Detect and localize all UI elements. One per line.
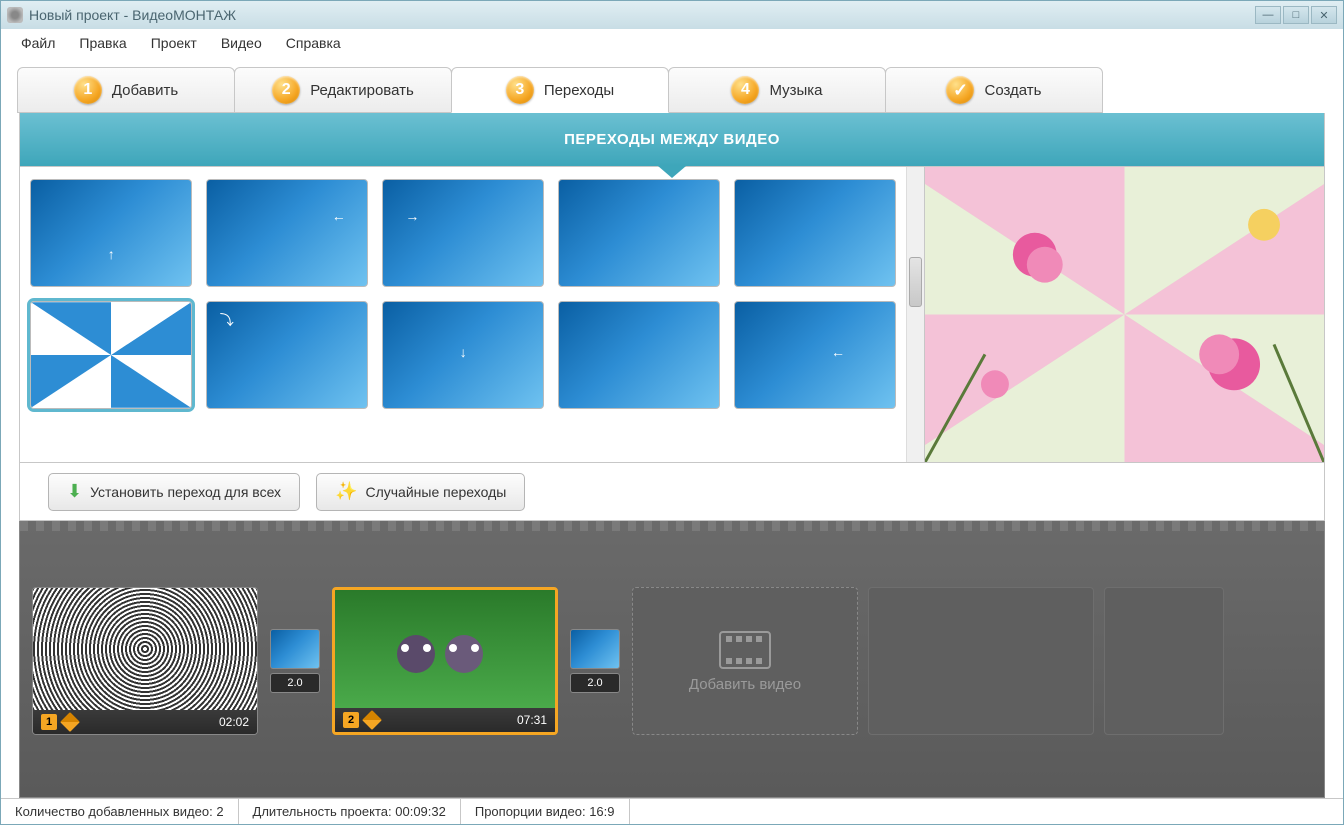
clip-thumbnail bbox=[335, 590, 555, 708]
tab-label: Переходы bbox=[544, 82, 614, 99]
maximize-button[interactable]: □ bbox=[1283, 6, 1309, 24]
clip-footer: 2 07:31 bbox=[335, 708, 555, 732]
empty-slot bbox=[1104, 587, 1224, 735]
statusbar: Количество добавленных видео: 2 Длительн… bbox=[1, 798, 1343, 824]
step-number-icon: 3 bbox=[506, 76, 534, 104]
button-label: Случайные переходы bbox=[365, 484, 506, 500]
step-tabs: 1 Добавить 2 Редактировать 3 Переходы 4 … bbox=[1, 57, 1343, 113]
titlebar: Новый проект - ВидеоМОНТАЖ — □ ✕ bbox=[1, 1, 1343, 29]
transition-thumb[interactable]: → bbox=[382, 179, 544, 287]
step-number-icon: 2 bbox=[272, 76, 300, 104]
transition-thumb-selected[interactable] bbox=[30, 301, 192, 409]
step-number-icon: 1 bbox=[74, 76, 102, 104]
menu-file[interactable]: Файл bbox=[11, 31, 65, 55]
tab-label: Музыка bbox=[769, 82, 822, 99]
transition-thumb[interactable] bbox=[734, 179, 896, 287]
menu-project[interactable]: Проект bbox=[141, 31, 207, 55]
main-window: Новый проект - ВидеоМОНТАЖ — □ ✕ Файл Пр… bbox=[0, 0, 1344, 825]
transition-thumb[interactable]: ← bbox=[734, 301, 896, 409]
tab-label: Добавить bbox=[112, 82, 178, 99]
section-header: ПЕРЕХОДЫ МЕЖДУ ВИДЕО bbox=[19, 113, 1325, 167]
status-aspect-ratio: Пропорции видео: 16:9 bbox=[461, 799, 630, 824]
status-clip-count: Количество добавленных видео: 2 bbox=[1, 799, 239, 824]
transition-thumb[interactable]: ↑ bbox=[30, 179, 192, 287]
timeline-clip[interactable]: 1 02:02 bbox=[32, 587, 258, 735]
status-project-length: Длительность проекта: 00:09:32 bbox=[239, 799, 461, 824]
transitions-grid: ↑ ← → ⤵ ↓ ← bbox=[20, 167, 924, 462]
tab-label: Редактировать bbox=[310, 82, 414, 99]
transition-duration: 2.0 bbox=[270, 673, 320, 693]
tab-edit[interactable]: 2 Редактировать bbox=[234, 67, 452, 113]
transition-thumb[interactable] bbox=[558, 179, 720, 287]
menubar: Файл Правка Проект Видео Справка bbox=[1, 29, 1343, 57]
transition-chip-thumb bbox=[270, 629, 320, 669]
scrollbar-thumb[interactable] bbox=[909, 257, 922, 307]
transition-duration: 2.0 bbox=[570, 673, 620, 693]
tab-music[interactable]: 4 Музыка bbox=[668, 67, 886, 113]
tab-transitions[interactable]: 3 Переходы bbox=[451, 67, 669, 113]
button-label: Установить переход для всех bbox=[90, 484, 281, 500]
menu-help[interactable]: Справка bbox=[276, 31, 351, 55]
minimize-button[interactable]: — bbox=[1255, 6, 1281, 24]
set-all-button[interactable]: ⬇ Установить переход для всех bbox=[48, 473, 300, 511]
film-icon bbox=[718, 630, 772, 670]
transition-thumb[interactable]: ⤵ bbox=[206, 301, 368, 409]
section-title: ПЕРЕХОДЫ МЕЖДУ ВИДЕО bbox=[564, 131, 780, 148]
check-icon: ✓ bbox=[946, 76, 974, 104]
transition-chip[interactable]: 2.0 bbox=[568, 629, 622, 693]
timeline-clip-selected[interactable]: 2 07:31 bbox=[332, 587, 558, 735]
transition-chip-thumb bbox=[570, 629, 620, 669]
window-title: Новый проект - ВидеоМОНТАЖ bbox=[29, 7, 236, 23]
arrow-down-icon: ⬇ bbox=[67, 481, 82, 502]
menu-edit[interactable]: Правка bbox=[69, 31, 136, 55]
transition-thumb[interactable]: ↓ bbox=[382, 301, 544, 409]
app-icon bbox=[7, 7, 23, 23]
tab-create[interactable]: ✓ Создать bbox=[885, 67, 1103, 113]
clip-duration: 07:31 bbox=[517, 713, 547, 727]
clip-number: 1 bbox=[41, 714, 57, 730]
preview-pane bbox=[924, 167, 1324, 462]
add-video-button[interactable]: Добавить видео bbox=[632, 587, 858, 735]
action-buttons-row: ⬇ Установить переход для всех ✨ Случайны… bbox=[19, 463, 1325, 521]
menu-video[interactable]: Видео bbox=[211, 31, 272, 55]
tab-add[interactable]: 1 Добавить bbox=[17, 67, 235, 113]
tab-label: Создать bbox=[984, 82, 1041, 99]
clip-thumbnail bbox=[33, 588, 257, 710]
clip-duration: 02:02 bbox=[219, 715, 249, 729]
clip-number: 2 bbox=[343, 712, 359, 728]
transition-chip[interactable]: 2.0 bbox=[268, 629, 322, 693]
wand-icon: ✨ bbox=[335, 481, 357, 502]
pencil-icon[interactable] bbox=[60, 712, 80, 732]
transition-thumb[interactable] bbox=[558, 301, 720, 409]
main-area: ↑ ← → ⤵ ↓ ← bbox=[19, 167, 1325, 463]
empty-slot bbox=[868, 587, 1094, 735]
timeline: 1 02:02 2.0 2 07:31 bbox=[19, 521, 1325, 798]
scrollbar[interactable] bbox=[906, 167, 924, 462]
random-button[interactable]: ✨ Случайные переходы bbox=[316, 473, 525, 511]
pencil-icon[interactable] bbox=[362, 710, 382, 730]
clip-footer: 1 02:02 bbox=[33, 710, 257, 734]
add-video-label: Добавить видео bbox=[689, 676, 801, 693]
transition-thumb[interactable]: ← bbox=[206, 179, 368, 287]
preview-image bbox=[925, 167, 1324, 462]
close-button[interactable]: ✕ bbox=[1311, 6, 1337, 24]
step-number-icon: 4 bbox=[731, 76, 759, 104]
